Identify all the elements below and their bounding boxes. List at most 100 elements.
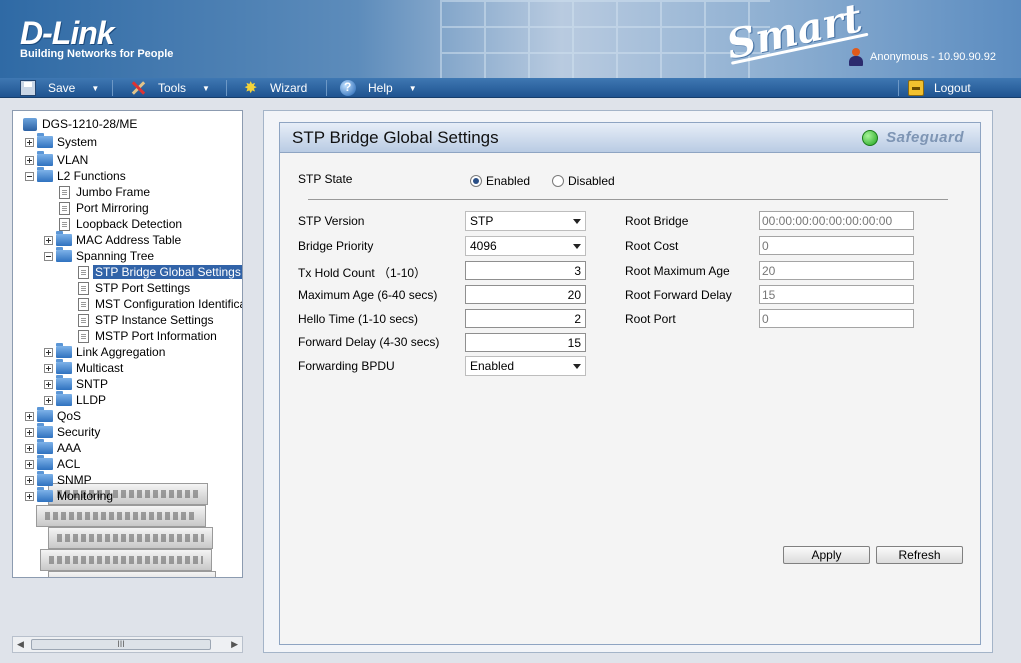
tree-item-port-mirroring[interactable]: Port Mirroring — [59, 200, 151, 216]
root-bridge-label: Root Bridge — [625, 214, 689, 228]
tree-item-stp-instance-settings[interactable]: STP Instance Settings — [78, 312, 216, 328]
tree-item-mstp-port-information[interactable]: MSTP Port Information — [78, 328, 219, 344]
expand-icon[interactable] — [25, 155, 34, 165]
expand-icon[interactable] — [25, 137, 34, 147]
tree-root[interactable]: DGS-1210-28/ME — [23, 116, 139, 132]
section-divider — [308, 199, 948, 200]
help-menu[interactable]: Help ▼ — [340, 78, 417, 98]
folder-icon — [56, 343, 72, 358]
device-icon — [23, 117, 37, 131]
expand-icon[interactable] — [44, 363, 53, 373]
stp-state-disabled-option[interactable]: Disabled — [552, 174, 615, 188]
help-menu-label: Help — [368, 81, 393, 95]
save-menu[interactable]: Save ▼ — [20, 78, 99, 98]
expand-icon[interactable] — [44, 235, 53, 245]
scroll-right-icon[interactable]: ▶ — [231, 639, 238, 650]
collapse-icon[interactable] — [25, 171, 34, 181]
wizard-menu-label: Wizard — [270, 81, 308, 95]
tree-item-loopback-detection[interactable]: Loopback Detection — [59, 216, 184, 232]
tree-root-label: DGS-1210-28/ME — [42, 117, 138, 131]
wizard-menu[interactable]: Wizard — [244, 78, 307, 98]
tree-item-vlan[interactable]: VLAN — [25, 151, 90, 168]
tree-item-snmp[interactable]: SNMP — [25, 471, 94, 488]
expand-icon[interactable] — [25, 427, 34, 437]
tree-item-l2-functions-label: L2 Functions — [57, 169, 126, 183]
maximum-age-input[interactable] — [465, 285, 586, 304]
tools-menu[interactable]: Tools ▼ — [130, 78, 210, 98]
tree-item-qos-label: QoS — [57, 409, 82, 423]
tree-item-l2-functions[interactable]: L2 Functions — [25, 167, 128, 184]
tree-item-sntp[interactable]: SNTP — [44, 375, 110, 392]
tree-horizontal-scrollbar[interactable]: ◀ III ▶ — [12, 636, 243, 653]
tree-item-stp-port-settings[interactable]: STP Port Settings — [78, 280, 192, 296]
page-icon — [78, 329, 89, 343]
navigation-tree-panel: DGS-1210-28/ME System VLAN L2 Functions … — [12, 110, 243, 578]
bridge-priority-select[interactable]: 4096 — [465, 236, 586, 256]
tree-item-qos[interactable]: QoS — [25, 407, 83, 424]
floppy-disk-icon — [20, 80, 36, 96]
tree-item-mst-configuration-label: MST Configuration Identification — [95, 297, 242, 311]
scrollbar-thumb[interactable]: III — [31, 639, 211, 650]
page-icon — [59, 185, 70, 199]
hello-time-label: Hello Time (1-10 secs) — [298, 312, 419, 326]
user-icon — [848, 48, 864, 66]
bridge-priority-value: 4096 — [470, 239, 497, 253]
forwarding-bpdu-select[interactable]: Enabled — [465, 356, 586, 376]
menu-separator — [326, 80, 327, 96]
tx-hold-count-label: Tx Hold Count （1-10） — [298, 266, 427, 280]
expand-icon[interactable] — [44, 347, 53, 357]
tree-item-link-aggregation-label: Link Aggregation — [76, 345, 166, 359]
tree-item-stp-bridge-global-settings[interactable]: STP Bridge Global Settings — [78, 264, 242, 280]
folder-icon — [37, 471, 53, 486]
dlink-logo: D-Link Building Networks for People — [20, 16, 173, 60]
tree-item-security[interactable]: Security — [25, 423, 102, 440]
tree-item-spanning-tree[interactable]: Spanning Tree — [44, 247, 156, 264]
tree-item-lldp[interactable]: LLDP — [44, 391, 108, 408]
expand-icon[interactable] — [25, 459, 34, 469]
collapse-icon[interactable] — [44, 251, 53, 261]
apply-button[interactable]: Apply — [783, 546, 870, 564]
tree-item-multicast[interactable]: Multicast — [44, 359, 125, 376]
expand-icon[interactable] — [25, 443, 34, 453]
stp-version-select[interactable]: STP — [465, 211, 586, 231]
tree-item-mac-address-table[interactable]: MAC Address Table — [44, 231, 183, 248]
stp-state-enabled-radio[interactable] — [470, 175, 482, 187]
hello-time-input[interactable] — [465, 309, 586, 328]
tree-item-link-aggregation[interactable]: Link Aggregation — [44, 343, 167, 360]
expand-icon[interactable] — [44, 379, 53, 389]
tree-item-monitoring[interactable]: Monitoring — [25, 487, 115, 504]
stp-state-disabled-label: Disabled — [568, 174, 615, 188]
menu-separator — [898, 80, 899, 96]
tx-hold-count-input[interactable] — [465, 261, 586, 280]
folder-open-icon — [56, 247, 72, 262]
scroll-left-icon[interactable]: ◀ — [17, 639, 24, 650]
forward-delay-input[interactable] — [465, 333, 586, 352]
tree-item-mst-configuration[interactable]: MST Configuration Identification — [78, 296, 242, 312]
tree-item-sntp-label: SNTP — [76, 377, 109, 391]
root-bridge-field — [759, 211, 914, 230]
settings-card: STP Bridge Global Settings Safeguard STP… — [279, 122, 981, 645]
tree-item-acl[interactable]: ACL — [25, 455, 82, 472]
tree-item-mac-address-table-label: MAC Address Table — [76, 233, 182, 247]
logout-button[interactable]: Logout — [908, 78, 971, 98]
tree-item-jumbo-frame[interactable]: Jumbo Frame — [59, 184, 152, 200]
expand-icon[interactable] — [25, 491, 34, 501]
stp-state-enabled-option[interactable]: Enabled — [470, 174, 530, 188]
tree-item-port-mirroring-label: Port Mirroring — [76, 201, 149, 215]
menu-separator — [226, 80, 227, 96]
brand-name: D-Link — [20, 15, 115, 51]
page-icon — [59, 201, 70, 215]
page-title: STP Bridge Global Settings — [292, 128, 499, 147]
tree-item-aaa[interactable]: AAA — [25, 439, 83, 456]
chevron-down-icon: ▼ — [91, 83, 100, 93]
stp-state-disabled-radio[interactable] — [552, 175, 564, 187]
stp-version-label: STP Version — [298, 214, 365, 228]
refresh-button[interactable]: Refresh — [876, 546, 963, 564]
stp-state-enabled-label: Enabled — [486, 174, 531, 188]
folder-icon — [37, 487, 53, 502]
tree-item-multicast-label: Multicast — [76, 361, 124, 375]
expand-icon[interactable] — [25, 411, 34, 421]
tree-item-system[interactable]: System — [25, 133, 99, 150]
expand-icon[interactable] — [25, 475, 34, 485]
expand-icon[interactable] — [44, 395, 53, 405]
